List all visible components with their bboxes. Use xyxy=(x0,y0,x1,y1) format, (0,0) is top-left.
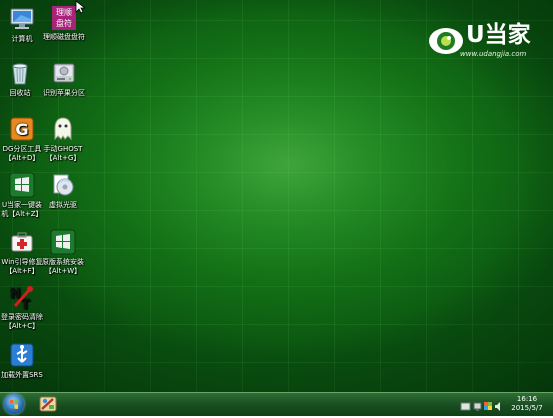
dg-partition-icon: G xyxy=(9,116,35,142)
desktop-icon-identify-partition[interactable]: 识别苹果分区 xyxy=(37,60,91,98)
desktop-icon-label: 原版系统安装 xyxy=(42,258,84,266)
desktop-icon-hotkey: 【Alt+W】 xyxy=(44,266,82,275)
first-aid-kit-icon xyxy=(9,229,35,255)
windows-logo-icon xyxy=(10,399,18,409)
eye-logo-icon xyxy=(429,28,463,54)
password-key-icon: N T xyxy=(9,284,35,313)
desktop-icon-label: 识别苹果分区 xyxy=(43,89,85,97)
desktop-icon-hotkey: 【Alt+G】 xyxy=(45,153,81,162)
desktop-icon-label: 加载外置SRS xyxy=(1,371,43,379)
recycle-bin-icon xyxy=(7,60,33,86)
desktop-icon-manual-ghost[interactable]: 手动GHOST 【Alt+G】 xyxy=(38,116,88,162)
desktop-icon-label: 虚拟光驱 xyxy=(49,201,77,209)
desktop-icon-load-external-srs[interactable]: 加载外置SRS xyxy=(0,342,47,380)
lishun-partition-icon: 理顺 盘符 xyxy=(52,6,76,30)
hard-drive-icon xyxy=(51,60,77,86)
system-tray xyxy=(460,398,502,411)
ghost-icon xyxy=(50,116,76,142)
taskbar: 16:16 2015/5/7 xyxy=(0,392,553,416)
windows-install-icon xyxy=(9,172,35,198)
desktop-icon-hotkey: 【Alt+C】 xyxy=(4,321,40,330)
usb-device-icon xyxy=(9,342,35,368)
desktop-icon-label: 手动GHOST xyxy=(43,145,83,153)
mouse-cursor-icon xyxy=(75,0,85,14)
start-button[interactable] xyxy=(4,394,24,414)
lishun-icon-text-1: 理顺 xyxy=(56,8,72,17)
udangjia-logo: U当家 www.udangjia.com xyxy=(428,20,548,65)
logo-url-text: www.udangjia.com xyxy=(460,50,527,58)
keyboard-icon[interactable] xyxy=(460,402,471,411)
desktop-icon-original-install[interactable]: 原版系统安装 【Alt+W】 xyxy=(38,229,88,275)
computer-icon xyxy=(9,6,35,32)
desktop-icon-hotkey: 机【Alt+Z】 xyxy=(1,209,43,218)
svg-text:G: G xyxy=(15,120,28,139)
desktop: 计算机 理顺 盘符 理顺磁盘盘符 回收站 识别苹果分区 G DG分区工具 【Al… xyxy=(0,0,553,392)
desktop-icon-password-clear[interactable]: N T 登录密码清除 【Alt+C】 xyxy=(0,284,47,330)
desktop-icon-label: 理顺磁盘盘符 xyxy=(43,33,85,41)
volume-icon[interactable] xyxy=(495,402,500,411)
network-icon[interactable] xyxy=(473,402,482,411)
desktop-icon-label: 登录密码清除 xyxy=(1,313,43,321)
virtual-drive-icon xyxy=(50,172,76,198)
desktop-icon-virtual-drive[interactable]: 虚拟光驱 xyxy=(38,172,88,210)
logo-brand-text: U当家 xyxy=(466,22,531,48)
taskbar-app-tools[interactable] xyxy=(38,394,58,414)
windows-original-icon xyxy=(50,229,76,255)
lishun-icon-text-2: 盘符 xyxy=(56,19,72,28)
clock-time: 16:16 xyxy=(516,395,538,403)
action-center-flag-icon[interactable] xyxy=(484,402,492,410)
tools-icon xyxy=(39,396,57,412)
clock-date: 2015/5/7 xyxy=(511,404,543,412)
taskbar-clock[interactable]: 16:16 2015/5/7 xyxy=(504,395,550,413)
